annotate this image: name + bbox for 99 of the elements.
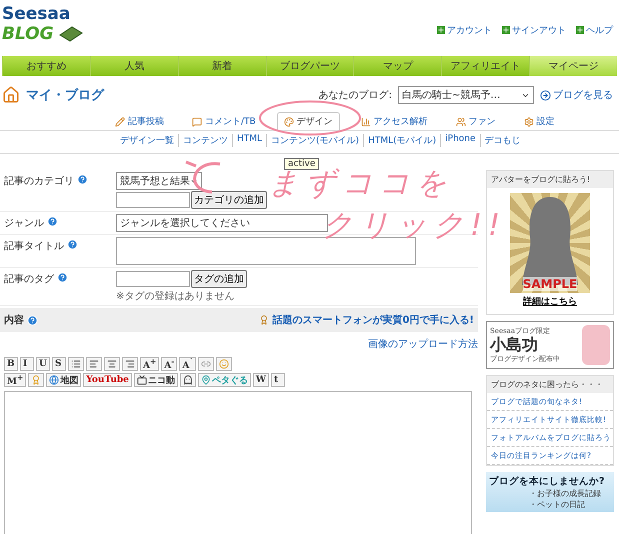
banner-title: ブログを本にしませんか? bbox=[489, 475, 606, 488]
align-center-icon bbox=[107, 359, 117, 369]
banner-text: ・ペットの日記 bbox=[528, 499, 586, 510]
tab[interactable]: コメント/TB bbox=[185, 112, 263, 130]
subnav-link[interactable]: デザイン一覧 bbox=[116, 134, 178, 147]
people-icon bbox=[456, 116, 466, 126]
tab[interactable]: 記事投稿 bbox=[108, 112, 171, 130]
toolbar-button[interactable] bbox=[68, 357, 84, 371]
settings-icon bbox=[524, 116, 534, 126]
smiley-icon bbox=[219, 359, 230, 369]
banner-text: ・お子様の成長記録 bbox=[528, 488, 602, 499]
tag-note: ※タグの登録はありません bbox=[116, 290, 236, 303]
top-link[interactable]: アカウント bbox=[437, 4, 492, 56]
plus-icon bbox=[576, 26, 584, 34]
pencil-icon bbox=[115, 116, 125, 126]
subnav-link[interactable]: コンテンツ(モバイル) bbox=[266, 134, 364, 147]
align-left-icon bbox=[89, 359, 99, 369]
promo-link[interactable]: 話題のスマートフォンが実質0円で手に入る! bbox=[259, 313, 474, 327]
toolbar-button[interactable]: A$^{˙}$ bbox=[179, 357, 196, 371]
title-input[interactable] bbox=[116, 237, 416, 265]
tag-input[interactable] bbox=[116, 271, 190, 287]
genre-select[interactable]: ジャンルを選択してください bbox=[116, 214, 328, 232]
toolbar-button[interactable]: ニコ動 bbox=[134, 373, 178, 387]
bar-chart-icon bbox=[360, 116, 371, 126]
category-input[interactable] bbox=[116, 192, 190, 208]
blog-select[interactable]: 白馬の騎士~競馬予… bbox=[398, 86, 534, 104]
tab[interactable]: デザイン bbox=[276, 112, 340, 130]
banner-title: 小島功 bbox=[490, 336, 539, 354]
plus-icon bbox=[502, 26, 510, 34]
card-title: アバターをブログに貼ろう! bbox=[487, 171, 613, 188]
tab[interactable]: ファン bbox=[448, 112, 503, 130]
toolbar-button[interactable]: 地図 bbox=[46, 373, 82, 387]
ribbon-icon bbox=[31, 375, 42, 385]
help-icon[interactable] bbox=[27, 314, 38, 326]
help-icon[interactable] bbox=[57, 272, 68, 283]
blog-label: あなたのブログ: bbox=[318, 88, 392, 102]
illustration-placeholder bbox=[582, 325, 610, 365]
toolbar-button[interactable] bbox=[104, 357, 120, 371]
tab[interactable]: 設定 bbox=[516, 112, 562, 130]
speech-bubble-icon bbox=[192, 116, 202, 126]
toolbar-button[interactable]: YouTube bbox=[83, 373, 132, 387]
details-link[interactable]: 詳細はこちら bbox=[487, 295, 613, 314]
tab[interactable]: アクセス解析 bbox=[354, 112, 435, 130]
help-icon[interactable] bbox=[77, 174, 88, 185]
arrow-circle-icon bbox=[540, 90, 551, 100]
add-tag-button[interactable]: タグの追加 bbox=[191, 270, 247, 288]
card-title: ブログのネタに困ったら・・・ bbox=[487, 376, 613, 393]
toolbar-button[interactable]: M$^{+}$ bbox=[4, 373, 26, 387]
toolbar-button[interactable]: t bbox=[271, 373, 285, 387]
content-label: 内容 bbox=[4, 313, 38, 327]
toolbar-button[interactable] bbox=[122, 357, 138, 371]
upload-help-link[interactable]: 画像のアップロード方法 bbox=[368, 337, 478, 351]
add-category-button[interactable]: カテゴリの追加 bbox=[191, 191, 267, 209]
subnav-link[interactable]: iPhone bbox=[440, 134, 480, 147]
page-title: マイ・ブログ bbox=[26, 86, 104, 104]
toolbar-button[interactable]: W bbox=[252, 373, 269, 387]
top-link[interactable]: サインアウト bbox=[502, 4, 566, 56]
link-icon bbox=[201, 359, 212, 369]
nav-item[interactable]: マップ bbox=[353, 56, 442, 76]
subnav-link[interactable]: コンテンツ bbox=[178, 134, 232, 147]
house-icon bbox=[2, 86, 20, 104]
ribbon-icon bbox=[259, 315, 270, 325]
ghost-icon bbox=[182, 375, 193, 385]
nav-item[interactable]: 新着 bbox=[178, 56, 266, 76]
field-label: 記事のタグ bbox=[0, 268, 116, 305]
list-icon bbox=[71, 359, 81, 369]
globe-icon bbox=[49, 375, 60, 385]
help-icon[interactable] bbox=[47, 216, 58, 227]
toolbar-button[interactable]: U bbox=[36, 357, 50, 371]
nav-item[interactable]: ブログパーツ bbox=[266, 56, 354, 76]
nav-item[interactable]: 人気 bbox=[90, 56, 178, 76]
subnav-link[interactable]: HTML bbox=[232, 134, 266, 147]
field-label: 記事のカテゴリ bbox=[0, 170, 116, 211]
tooltip: active bbox=[284, 158, 320, 170]
top-link[interactable]: ヘルプ bbox=[576, 4, 613, 56]
toolbar-button[interactable]: A$^{-}$ bbox=[161, 357, 178, 371]
logo-text[interactable]: Seesaa bbox=[2, 4, 84, 24]
field-label: 記事タイトル bbox=[0, 235, 116, 267]
plus-icon bbox=[437, 26, 445, 34]
toolbar-button[interactable] bbox=[86, 357, 102, 371]
palette-icon bbox=[284, 116, 294, 126]
category-select[interactable]: 競馬予想と結果 bbox=[116, 172, 202, 190]
tv-icon bbox=[136, 375, 147, 385]
toolbar-button[interactable]: A$^{+}$ bbox=[140, 357, 160, 371]
subnav-link[interactable]: HTML(モバイル) bbox=[363, 134, 440, 147]
pin-icon bbox=[200, 375, 211, 385]
help-icon[interactable] bbox=[67, 239, 78, 250]
book-banner[interactable]: ブログを本にしませんか? ・お子様の成長記録 ・ペットの日記 bbox=[486, 472, 614, 512]
view-blog-link[interactable]: ブログを見る bbox=[540, 88, 613, 102]
sample-label: SAMPLE bbox=[522, 277, 578, 291]
toolbar-button[interactable]: S bbox=[52, 357, 66, 371]
nav-item[interactable]: おすすめ bbox=[2, 56, 90, 76]
nav-item[interactable]: マイページ bbox=[529, 56, 618, 76]
toolbar-button[interactable]: I bbox=[20, 357, 34, 371]
align-right-icon bbox=[125, 359, 135, 369]
subnav-link[interactable]: デコもじ bbox=[480, 134, 525, 147]
toolbar-button[interactable]: B bbox=[4, 357, 18, 371]
field-label: ジャンル bbox=[0, 212, 116, 234]
toolbar-button[interactable] bbox=[180, 373, 196, 387]
